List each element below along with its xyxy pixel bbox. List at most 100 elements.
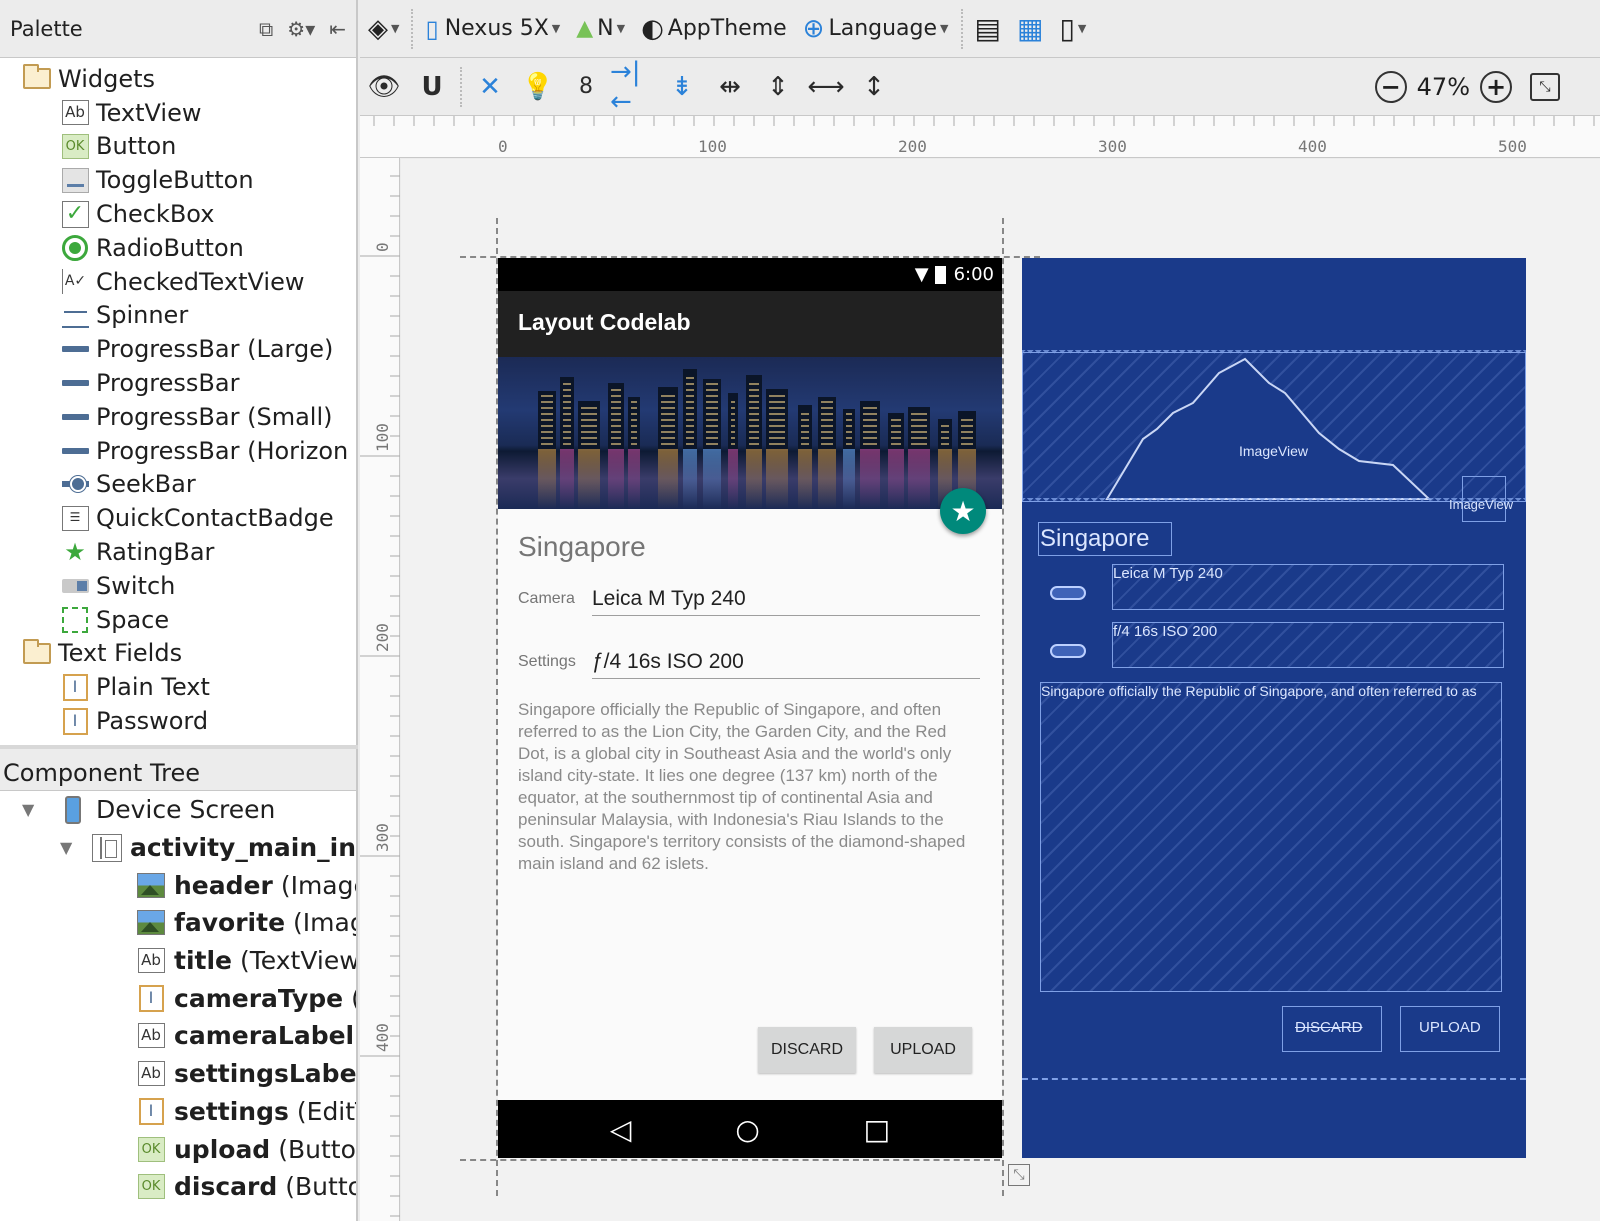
discard-button[interactable]: DISCARD	[758, 1027, 856, 1073]
blueprint-camera-label-handle[interactable]	[1050, 586, 1086, 600]
palette-item[interactable]: Space	[0, 603, 356, 637]
palette-category[interactable]: Text Fields	[0, 637, 356, 671]
palette-item[interactable]: OK Button	[0, 130, 356, 164]
globe-icon: ⊕	[802, 13, 825, 44]
expand-horizontal-button[interactable]: ⇹	[706, 58, 754, 116]
expand-arrow-icon[interactable]: ▼	[22, 800, 42, 819]
default-margin-button[interactable]: 8	[562, 58, 610, 116]
palette-item-label: Button	[96, 132, 177, 161]
pack-vertical-button[interactable]: ⇟	[658, 58, 706, 116]
zoom-out-button[interactable]: −	[1374, 71, 1407, 103]
distribute-horizontal-button[interactable]: ⟷	[802, 58, 850, 116]
blueprint-favorite-imageview[interactable]: ImageView	[1449, 476, 1513, 522]
blueprint-camera-input[interactable]: Leica M Typ 240	[1112, 564, 1504, 610]
skyline-building	[560, 377, 574, 449]
palette-item[interactable]: ToggleButton	[0, 163, 356, 197]
back-icon[interactable]: ◁	[610, 1113, 632, 1146]
recents-icon[interactable]: □	[864, 1113, 890, 1146]
vertical-ruler-ticks: 0 100 200 300 400	[360, 175, 400, 1217]
autoconnect-button[interactable]: U	[408, 58, 456, 116]
component-name: upload	[174, 1134, 271, 1164]
show-constraints-button[interactable]: 👁	[360, 58, 408, 116]
clear-constraints-button[interactable]: ✕	[466, 58, 514, 116]
distribute-vertical-button[interactable]: ↕	[850, 58, 898, 116]
palette-item[interactable]: Switch	[0, 569, 356, 603]
component-tree-row[interactable]: header(Image	[0, 866, 356, 904]
blueprint-upload-button[interactable]: UPLOAD	[1400, 1006, 1500, 1052]
component-tree-row[interactable]: favorite(Imag	[0, 904, 356, 942]
palette-item[interactable]: ★ RatingBar	[0, 535, 356, 569]
design-view-button[interactable]: ▤	[967, 0, 1009, 58]
gear-icon[interactable]: ⚙▾	[287, 17, 315, 41]
collapse-all-icon[interactable]: ⧉	[259, 17, 273, 41]
skyline-building	[683, 369, 697, 449]
palette-item[interactable]: Ab TextView	[0, 96, 356, 130]
favorite-fab[interactable]: ★	[940, 488, 986, 534]
component-tree-row[interactable]: Ab settingsLabel	[0, 1055, 356, 1093]
palette-item[interactable]: ProgressBar (Large)	[0, 332, 356, 366]
palette-item[interactable]: Spinner	[0, 299, 356, 333]
camera-label[interactable]: Camera	[518, 590, 592, 616]
palette-item[interactable]: ProgressBar (Horizon	[0, 434, 356, 468]
component-tree-row[interactable]: ▼ Device Screen	[0, 791, 356, 829]
component-tree-row[interactable]: OK upload(Button	[0, 1130, 356, 1168]
blueprint-title[interactable]: Singapore	[1038, 522, 1172, 556]
api-selector[interactable]: ▲ N ▼	[568, 0, 633, 58]
blueprint-discard-button[interactable]: DISCARD	[1282, 1006, 1382, 1052]
hide-panel-icon[interactable]: ⇤	[329, 17, 346, 41]
device-orientation-icon: ▯	[1059, 12, 1075, 45]
palette-item-label: ProgressBar (Large)	[96, 335, 334, 364]
camera-type-input[interactable]: Leica M Typ 240	[592, 587, 980, 616]
component-tree-row[interactable]: Ab title (TextView	[0, 942, 356, 980]
palette-item[interactable]: A✓ CheckedTextView	[0, 265, 356, 299]
blueprint-preview[interactable]: ImageView ImageView Singapore Leica M Ty…	[1022, 258, 1526, 1158]
blueprint-settings-input[interactable]: f/4 16s ISO 200	[1112, 622, 1504, 668]
pack-horizontal-button[interactable]: →|←	[610, 57, 658, 117]
device-selector[interactable]: ▯ Nexus 5X ▼	[417, 0, 568, 58]
upload-button[interactable]: UPLOAD	[874, 1027, 972, 1073]
chevron-down-icon: ▼	[940, 22, 949, 35]
palette-item[interactable]: ☰ QuickContactBadge	[0, 501, 356, 535]
component-tree-row[interactable]: Isettings(EditT	[0, 1093, 356, 1131]
zoom-in-button[interactable]: +	[1480, 71, 1512, 103]
component-tree-row[interactable]: ▼ activity_main_in	[0, 829, 356, 867]
component-tree-row[interactable]: OK discard (Butto	[0, 1168, 356, 1206]
blueprint-view-button[interactable]: ▦	[1009, 0, 1051, 58]
component-tree-row[interactable]: IcameraType(	[0, 979, 356, 1017]
expand-vertical-button[interactable]: ⇕	[754, 58, 802, 116]
textview-icon: Ab	[136, 947, 166, 974]
expand-arrow-icon[interactable]: ▼	[60, 838, 76, 857]
orientation-button[interactable]: ▯ ▼	[1051, 0, 1094, 58]
infer-constraints-button[interactable]: 💡	[514, 58, 562, 116]
palette-category[interactable]: Widgets	[0, 62, 356, 96]
phone-preview[interactable]: ▼ 6:00 Layout Codelab Singapore Camera L…	[498, 258, 1002, 1158]
palette-item[interactable]: I Plain Text	[0, 670, 356, 704]
component-tree-row[interactable]: Ab cameraLabel	[0, 1017, 356, 1055]
theme-selector[interactable]: ◐ AppTheme	[633, 0, 795, 58]
header-image[interactable]	[498, 357, 1002, 509]
palette-item[interactable]: ✓ CheckBox	[0, 197, 356, 231]
blueprint-description[interactable]: Singapore officially the Republic of Sin…	[1040, 682, 1502, 992]
settings-input[interactable]: ƒ/4 16s ISO 200	[592, 650, 980, 679]
component-type: (	[351, 984, 356, 1013]
ruler-label: 400	[1298, 137, 1327, 156]
palette-item[interactable]: I Password	[0, 704, 356, 738]
settings-label[interactable]: Settings	[518, 653, 592, 679]
ruler-label: 400	[373, 1023, 392, 1052]
android-icon: ▲	[576, 16, 594, 41]
palette-item[interactable]: ProgressBar (Small)	[0, 400, 356, 434]
component-name: discard	[174, 1172, 278, 1202]
home-icon[interactable]: ○	[735, 1113, 759, 1146]
blueprint-header-imageview[interactable]: ImageView	[1022, 352, 1526, 502]
language-selector[interactable]: ⊕ Language ▼	[795, 0, 957, 58]
zoom-to-fit-button[interactable]: ⤡	[1530, 73, 1560, 101]
palette-item[interactable]: SeekBar	[0, 468, 356, 502]
palette-item[interactable]: RadioButton	[0, 231, 356, 265]
design-surface-button[interactable]: ◈ ▼	[360, 0, 407, 58]
blueprint-settings-label-handle[interactable]	[1050, 644, 1086, 658]
city-title[interactable]: Singapore	[498, 509, 1002, 563]
description-text[interactable]: Singapore officially the Republic of Sin…	[498, 679, 1002, 875]
chevron-down-icon: ▼	[616, 22, 626, 35]
resize-handle[interactable]: ⤡	[1008, 1164, 1030, 1186]
palette-item[interactable]: ProgressBar	[0, 366, 356, 400]
